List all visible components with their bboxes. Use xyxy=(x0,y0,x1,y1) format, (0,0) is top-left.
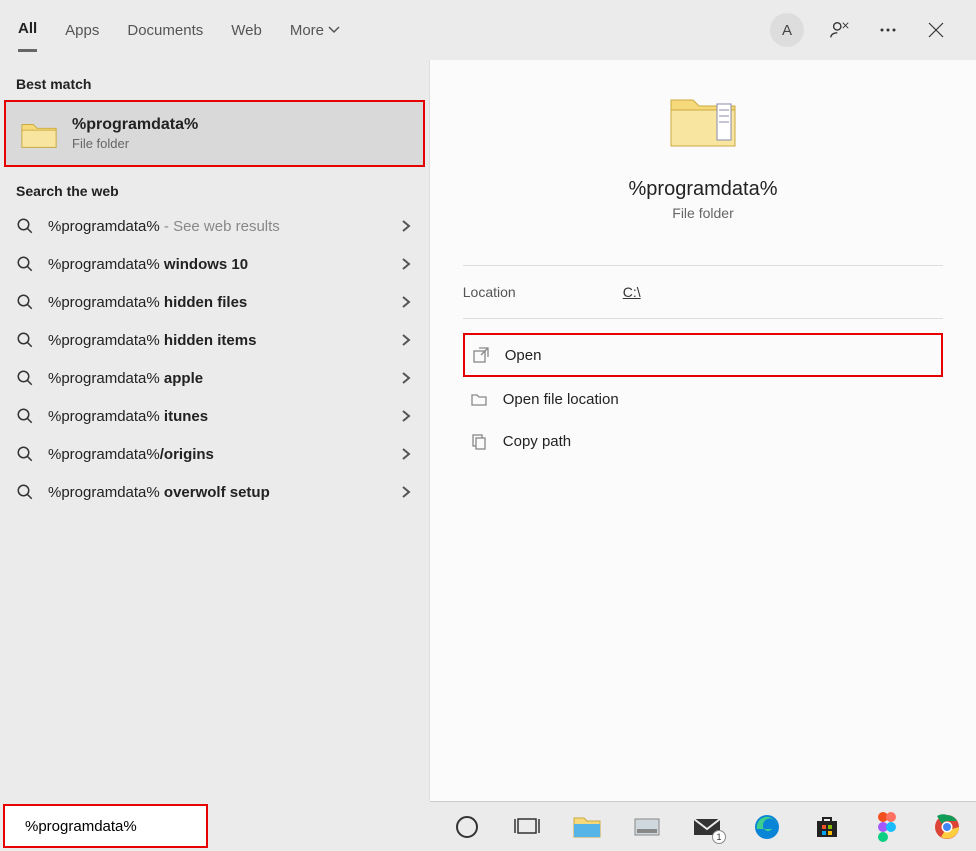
web-result-row[interactable]: %programdata%/origins xyxy=(0,435,429,473)
preview-panel: %programdata% File folder Location C:\ O… xyxy=(430,60,976,801)
taskbar: 1 xyxy=(430,801,976,851)
search-topbar: All Apps Documents Web More A xyxy=(0,0,976,60)
app-icon-generic[interactable] xyxy=(632,812,662,842)
search-icon xyxy=(16,331,34,349)
preview-subtitle: File folder xyxy=(672,205,733,221)
filter-tabs: All Apps Documents Web More xyxy=(18,8,340,52)
topbar-right: A xyxy=(770,13,958,47)
web-result-text: %programdata% windows 10 xyxy=(48,256,385,273)
folder-open-icon xyxy=(469,389,489,409)
avatar[interactable]: A xyxy=(770,13,804,47)
search-icon xyxy=(16,407,34,425)
chevron-down-icon xyxy=(328,24,340,36)
action-open[interactable]: Open xyxy=(463,333,943,377)
web-result-text: %programdata% hidden files xyxy=(48,294,385,311)
web-result-row[interactable]: %programdata% overwolf setup xyxy=(0,473,429,511)
best-match-label: Best match xyxy=(0,70,429,100)
copy-icon xyxy=(469,431,489,451)
feedback-icon[interactable] xyxy=(828,18,852,42)
microsoft-store-icon[interactable] xyxy=(812,812,842,842)
preview-title: %programdata% xyxy=(629,178,778,201)
web-result-row[interactable]: %programdata% hidden items xyxy=(0,321,429,359)
web-result-row[interactable]: %programdata% - See web results xyxy=(0,207,429,245)
action-copy-path-label: Copy path xyxy=(503,433,571,450)
web-result-text: %programdata% hidden items xyxy=(48,332,385,349)
chevron-right-icon xyxy=(399,333,413,347)
tab-apps[interactable]: Apps xyxy=(65,10,99,51)
chrome-icon[interactable] xyxy=(932,812,962,842)
search-bar[interactable] xyxy=(3,804,208,848)
close-icon[interactable] xyxy=(924,18,948,42)
tab-more-label: More xyxy=(290,22,324,39)
location-label: Location xyxy=(463,284,623,300)
action-open-location-label: Open file location xyxy=(503,391,619,408)
results-panel: Best match %programdata% File folder Sea… xyxy=(0,60,430,801)
chevron-right-icon xyxy=(399,257,413,271)
file-explorer-icon[interactable] xyxy=(572,812,602,842)
best-match-text: %programdata% File folder xyxy=(72,116,198,151)
preview-actions: Open Open file location Copy path xyxy=(463,333,943,461)
web-result-row[interactable]: %programdata% itunes xyxy=(0,397,429,435)
more-options-icon[interactable] xyxy=(876,18,900,42)
web-result-text: %programdata% - See web results xyxy=(48,218,385,235)
web-result-row[interactable]: %programdata% windows 10 xyxy=(0,245,429,283)
tab-more[interactable]: More xyxy=(290,10,340,51)
figma-icon[interactable] xyxy=(872,812,902,842)
chevron-right-icon xyxy=(399,219,413,233)
action-open-label: Open xyxy=(505,347,542,364)
cortana-icon[interactable] xyxy=(452,812,482,842)
search-icon xyxy=(16,255,34,273)
mail-badge: 1 xyxy=(712,830,726,844)
search-bar-container xyxy=(0,801,430,851)
best-match-subtitle: File folder xyxy=(72,136,198,151)
search-icon xyxy=(16,369,34,387)
tab-web[interactable]: Web xyxy=(231,10,262,51)
web-result-row[interactable]: %programdata% apple xyxy=(0,359,429,397)
location-value[interactable]: C:\ xyxy=(623,284,641,300)
edge-icon[interactable] xyxy=(752,812,782,842)
open-icon xyxy=(471,345,491,365)
web-result-text: %programdata% apple xyxy=(48,370,385,387)
search-icon xyxy=(16,483,34,501)
chevron-right-icon xyxy=(399,295,413,309)
tab-documents[interactable]: Documents xyxy=(127,10,203,51)
search-icon xyxy=(16,293,34,311)
mail-icon[interactable]: 1 xyxy=(692,812,722,842)
folder-icon xyxy=(667,90,739,150)
web-result-text: %programdata% overwolf setup xyxy=(48,484,385,501)
web-result-row[interactable]: %programdata% hidden files xyxy=(0,283,429,321)
task-view-icon[interactable] xyxy=(512,812,542,842)
chevron-right-icon xyxy=(399,409,413,423)
chevron-right-icon xyxy=(399,447,413,461)
action-copy-path[interactable]: Copy path xyxy=(463,421,943,461)
folder-icon xyxy=(20,118,58,150)
action-open-file-location[interactable]: Open file location xyxy=(463,379,943,419)
search-input[interactable] xyxy=(25,818,224,835)
chevron-right-icon xyxy=(399,371,413,385)
search-web-label: Search the web xyxy=(0,177,429,207)
search-icon xyxy=(16,445,34,463)
search-icon xyxy=(16,217,34,235)
web-result-text: %programdata% itunes xyxy=(48,408,385,425)
tab-all[interactable]: All xyxy=(18,8,37,52)
web-result-text: %programdata%/origins xyxy=(48,446,385,463)
detail-location: Location C:\ xyxy=(463,265,943,319)
best-match-title: %programdata% xyxy=(72,116,198,134)
chevron-right-icon xyxy=(399,485,413,499)
best-match-result[interactable]: %programdata% File folder xyxy=(4,100,425,167)
web-results-list: %programdata% - See web results %programd… xyxy=(0,207,429,511)
